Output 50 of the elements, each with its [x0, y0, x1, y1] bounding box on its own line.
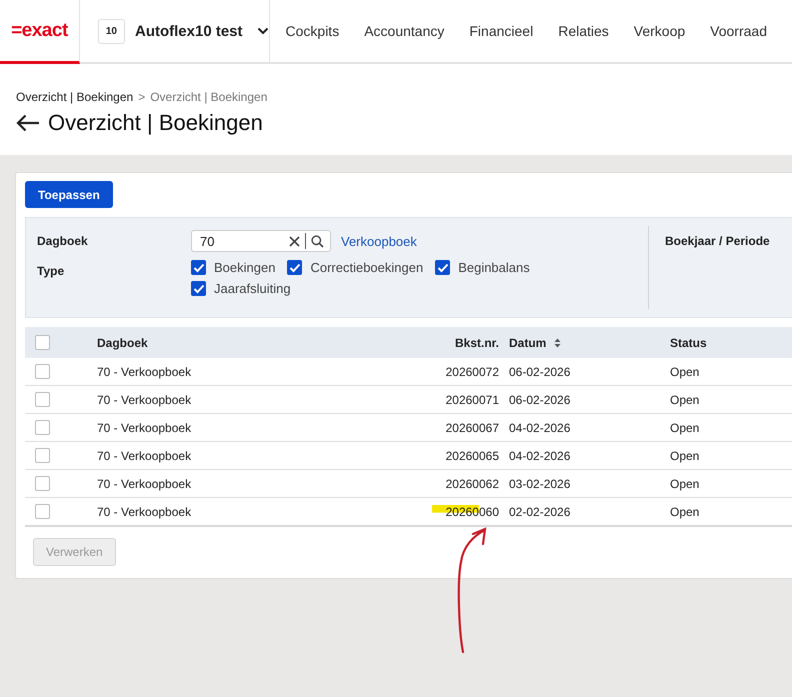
breadcrumb-separator: >: [138, 90, 146, 104]
table-cell-text: 06-02-2026: [508, 392, 572, 406]
dagboek-input[interactable]: 70: [191, 230, 331, 252]
nav-tab[interactable]: Relaties: [558, 23, 622, 39]
page-title: Overzicht | Boekingen: [48, 110, 263, 136]
field-label: Type: [37, 263, 66, 280]
table-cell-text: 70 - Verkoopboek: [97, 504, 192, 518]
checkbox-label: Jaarafsluiting: [214, 281, 291, 296]
table-cell: 20260062: [446, 476, 499, 490]
exact-logo[interactable]: =exact: [11, 20, 68, 42]
table-cell-text: 70 - Verkoopboek: [97, 392, 192, 406]
table-cell: 20260072: [446, 364, 499, 378]
nav-tab[interactable]: Accountancy: [364, 23, 458, 39]
table-cell-text: Open: [670, 420, 700, 434]
company-code: 10: [98, 18, 125, 44]
nav-tab[interactable]: Cockpits: [286, 23, 352, 39]
table-cell-text: 70 - Verkoopboek: [97, 476, 192, 490]
field-label: Dagboek: [37, 233, 89, 250]
nav-tab[interactable]: Verkoop: [634, 23, 698, 39]
table-cell-text: 03-02-2026: [508, 476, 572, 490]
table-cell: 20260071: [446, 392, 499, 406]
checkbox-label: Beginbalans: [458, 260, 530, 275]
table-cell: 20260065: [446, 448, 499, 462]
apply-button[interactable]: Toepassen: [25, 181, 113, 208]
table-cell-text: Open: [670, 448, 700, 462]
table-cell-text: 04-02-2026: [508, 420, 572, 434]
breadcrumb-link[interactable]: Overzicht | Boekingen: [16, 90, 134, 104]
nav-tab[interactable]: Financieel: [469, 23, 546, 39]
table-cell: 20260067: [446, 420, 499, 434]
table-cell-text: Open: [670, 364, 700, 378]
field-label: Boekjaar / Periode: [665, 234, 770, 248]
table-cell-text: Open: [670, 476, 700, 490]
breadcrumb-current: Overzicht | Boekingen: [150, 90, 268, 104]
column-header[interactable]: Dagboek: [97, 336, 409, 350]
column-header[interactable]: Bkst.nr.: [409, 336, 499, 350]
nav-tab[interactable]: Voorraad: [710, 23, 780, 39]
dagboek-link[interactable]: Verkoopboek: [341, 234, 417, 248]
column-header[interactable]: Status: [670, 336, 790, 350]
table-cell-text: Open: [670, 392, 700, 406]
table-cell-text: 04-02-2026: [508, 448, 572, 462]
company-selector[interactable]: 10 Autoflex10 test: [80, 0, 270, 62]
checkbox-label: Correctieboekingen: [310, 260, 424, 275]
checkbox-label: Boekingen: [214, 260, 276, 275]
table-cell-text: 70 - Verkoopboek: [97, 448, 192, 462]
table-cell-text: 02-02-2026: [508, 504, 572, 518]
column-header[interactable]: Datum: [509, 336, 546, 350]
table-cell-text: 06-02-2026: [508, 364, 572, 378]
table-cell-text: 70 - Verkoopboek: [97, 420, 192, 434]
table-cell-text: 70 - Verkoopboek: [97, 364, 192, 378]
table-cell-text: Open: [670, 504, 700, 518]
